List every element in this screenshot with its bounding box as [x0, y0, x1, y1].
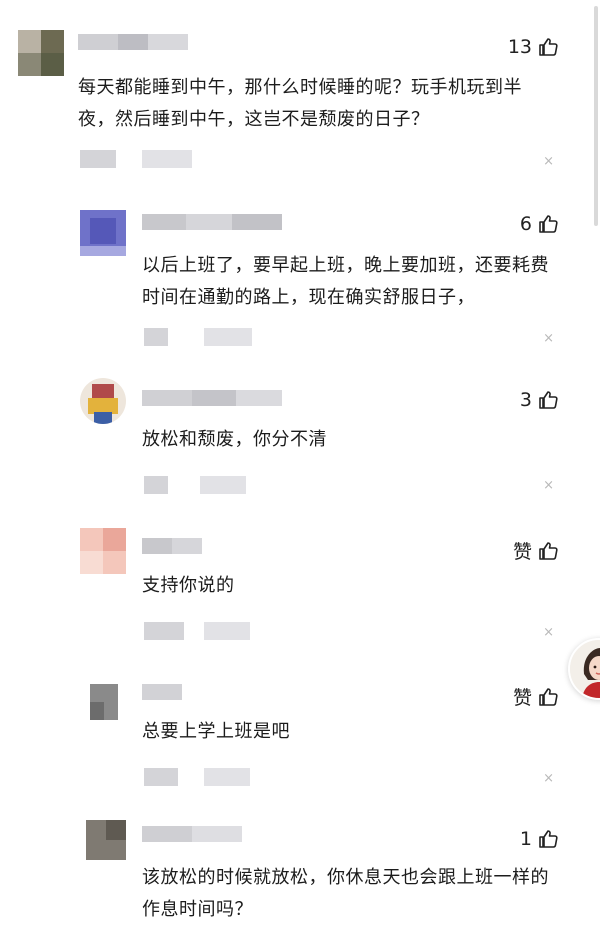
like-button[interactable]: 6 [520, 213, 558, 235]
comment-meta-blurred [144, 768, 254, 786]
comment-meta-blurred [80, 150, 200, 168]
thumbs-up-icon [539, 830, 558, 848]
girl-avatar-icon [570, 640, 600, 698]
thumbs-up-icon [539, 215, 558, 233]
username-blurred[interactable] [142, 826, 242, 842]
thumbs-up-icon [539, 38, 558, 56]
close-icon[interactable]: × [543, 478, 554, 493]
like-button[interactable]: 赞 [513, 537, 558, 564]
username-blurred[interactable] [142, 390, 282, 406]
thumbs-up-icon [539, 391, 558, 409]
avatar[interactable] [80, 528, 126, 574]
floating-assistant-avatar[interactable] [568, 638, 600, 700]
username-blurred[interactable] [142, 538, 202, 554]
like-count: 6 [519, 213, 532, 235]
username-blurred[interactable] [78, 34, 188, 50]
comment-meta-blurred [144, 328, 264, 346]
comment-meta-blurred [144, 476, 264, 494]
comment-text: 支持你说的 [142, 575, 235, 596]
thumbs-up-icon [539, 541, 558, 560]
close-icon[interactable]: × [543, 331, 554, 346]
like-button[interactable]: 1 [520, 828, 558, 850]
like-count: 13 [507, 36, 532, 58]
comment-text: 总要上学上班是吧 [142, 721, 290, 742]
close-icon[interactable]: × [543, 625, 554, 640]
like-count: 赞 [512, 541, 532, 563]
username-blurred[interactable] [142, 214, 282, 230]
scrollbar[interactable] [594, 6, 598, 226]
like-count: 3 [519, 389, 532, 411]
like-button[interactable]: 13 [508, 36, 558, 58]
comment-text: 放松和颓废，你分不清 [142, 429, 327, 450]
comment-text: 每天都能睡到中午，那什么时候睡的呢？玩手机玩到半夜，然后睡到中午，这岂不是颓废的… [78, 77, 522, 130]
avatar[interactable] [80, 378, 126, 424]
like-count: 1 [519, 828, 532, 850]
comment-meta-blurred [144, 622, 254, 640]
username-blurred[interactable] [142, 684, 182, 700]
like-button[interactable]: 3 [520, 389, 558, 411]
like-button[interactable]: 赞 [513, 683, 558, 710]
close-icon[interactable]: × [543, 771, 554, 786]
close-icon[interactable]: × [543, 154, 554, 169]
like-count: 赞 [512, 687, 532, 709]
avatar[interactable] [90, 684, 118, 720]
comment-text: 该放松的时候就放松，你休息天也会跟上班一样的作息时间吗？ [142, 867, 549, 920]
avatar[interactable] [86, 820, 126, 860]
thumbs-up-icon [539, 687, 558, 706]
avatar[interactable] [80, 210, 126, 256]
avatar[interactable] [18, 30, 64, 76]
comment-text: 以后上班了，要早起上班，晚上要加班，还要耗费时间在通勤的路上，现在确实舒服日子， [142, 255, 549, 308]
